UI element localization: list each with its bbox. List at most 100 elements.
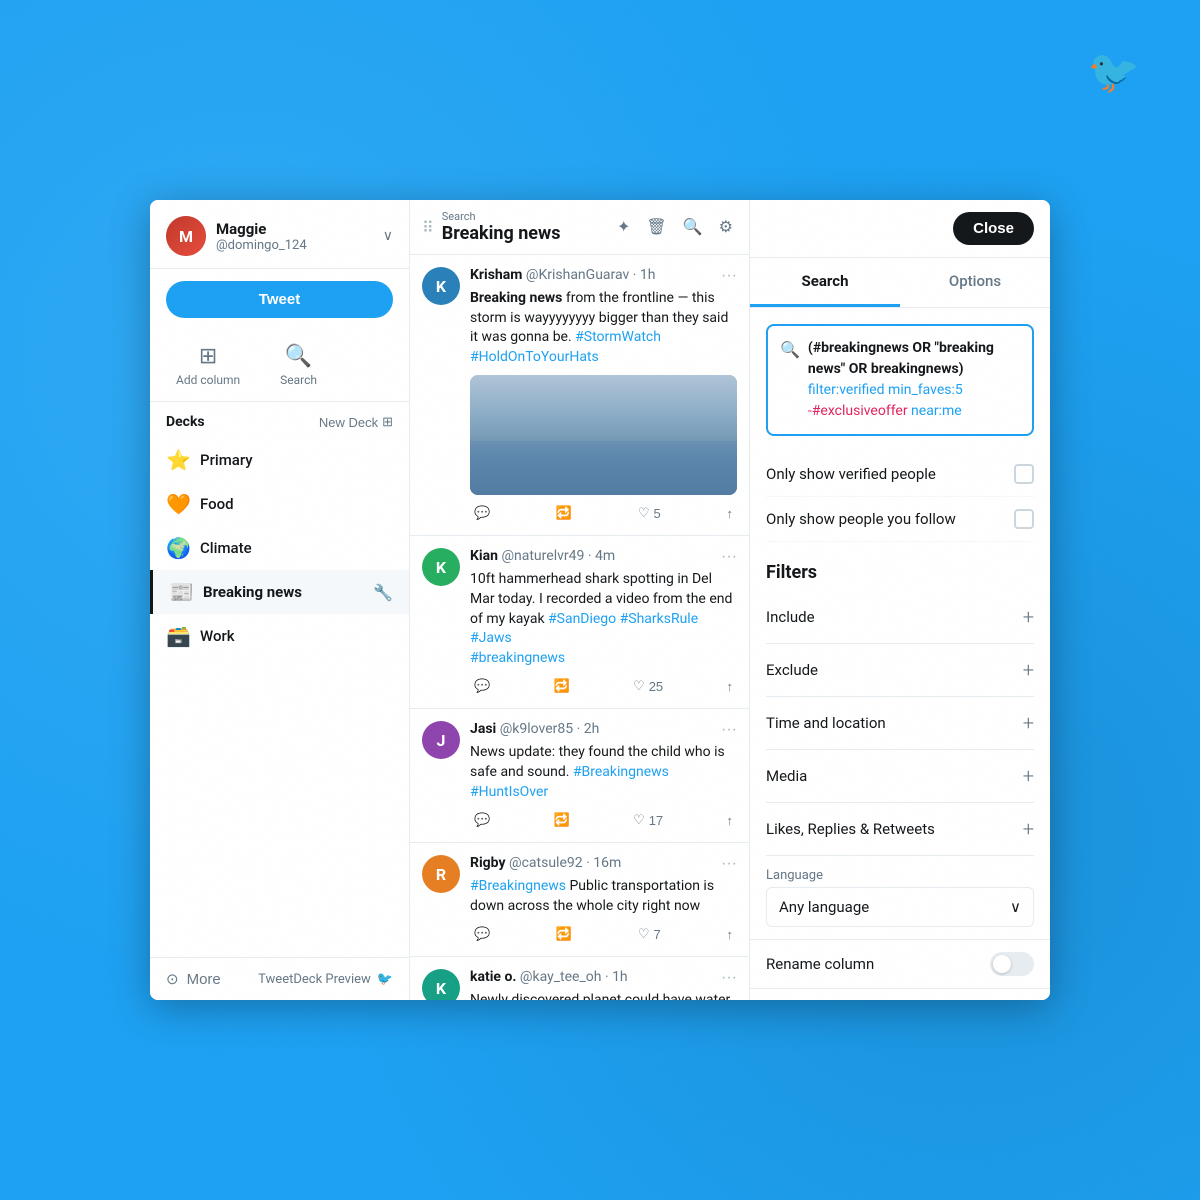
like-button[interactable]: ♡ 17 — [629, 810, 667, 830]
options-header: Close — [750, 200, 1050, 258]
sidebar-item-food[interactable]: 🧡 Food — [150, 482, 409, 526]
like-count: 5 — [654, 506, 661, 521]
share-button[interactable]: ↑ — [722, 810, 737, 830]
tweet-body: Jasi @k9lover85 · 2h ··· News update: th… — [470, 721, 737, 830]
avatar[interactable]: M — [166, 216, 206, 256]
reply-button[interactable]: 💬 — [470, 810, 494, 830]
add-column-nav-item[interactable]: ⊞ Add column — [166, 338, 250, 393]
close-button[interactable]: Close — [953, 212, 1034, 245]
retweet-button[interactable]: 🔁 — [550, 676, 574, 696]
retweet-button[interactable]: 🔁 — [550, 810, 574, 830]
tweet-body: katie o. @kay_tee_oh · 1h ··· Newly disc… — [470, 969, 737, 1000]
tweetdeck-branding: TweetDeck Preview 🐦 — [258, 972, 393, 987]
reply-button[interactable]: 💬 — [470, 503, 494, 523]
reply-button[interactable]: 💬 — [470, 676, 494, 696]
share-button[interactable]: ↑ — [722, 503, 737, 523]
tab-search[interactable]: Search — [750, 258, 900, 307]
language-select[interactable]: Any language ∨ — [766, 887, 1034, 927]
climate-icon: 🌍 — [166, 536, 190, 560]
tweet-body: Rigby @catsule92 · 16m ··· #Breakingnews… — [470, 855, 737, 944]
more-icon: ⊙ — [166, 970, 179, 988]
decks-header: Decks New Deck ⊞ — [150, 402, 409, 438]
follow-checkbox[interactable] — [1014, 509, 1034, 529]
options-tabs: Search Options — [750, 258, 1050, 308]
tweet-text: News update: they found the child who is… — [470, 743, 737, 802]
tweet-more-button[interactable]: ··· — [721, 548, 737, 566]
tweet-name: Rigby — [470, 855, 506, 871]
tab-options[interactable]: Options — [900, 258, 1050, 307]
tweet-more-button[interactable]: ··· — [721, 969, 737, 987]
tweet-more-button[interactable]: ··· — [721, 855, 737, 873]
chevron-down-icon[interactable]: ∨ — [383, 228, 393, 244]
like-button[interactable]: ♡ 5 — [634, 503, 665, 523]
include-filter[interactable]: Include + — [766, 591, 1034, 644]
sidebar: M Maggie @domingo_124 ∨ Tweet ⊞ Add colu… — [150, 200, 410, 1000]
tweet-more-button[interactable]: ··· — [721, 721, 737, 739]
share-button[interactable]: ↑ — [722, 924, 737, 944]
retweet-button[interactable]: 🔁 — [552, 503, 576, 523]
tweet-meta: katie o. @kay_tee_oh · 1h ··· — [470, 969, 737, 987]
search-icon: 🔍 — [285, 344, 312, 369]
like-count: 25 — [649, 679, 663, 694]
query-line2: filter:verified min_faves:5 — [808, 382, 963, 398]
table-row: J Jasi @k9lover85 · 2h ··· News update: … — [410, 709, 749, 843]
tweet-meta: Rigby @catsule92 · 16m ··· — [470, 855, 737, 873]
language-value: Any language — [779, 898, 869, 916]
sidebar-nav: ⊞ Add column 🔍 Search — [150, 330, 409, 402]
column-breaking-news: ⠿ Search Breaking news ✦ 🗑 🔍 ⚙ K Kr — [410, 200, 750, 1000]
media-plus-icon: + — [1023, 764, 1034, 788]
column-title: Breaking news — [442, 223, 605, 244]
verified-toggle-item: Only show verified people — [766, 452, 1034, 497]
tweet-name: Kian — [470, 548, 498, 564]
like-button[interactable]: ♡ 25 — [629, 676, 667, 696]
sidebar-item-climate[interactable]: 🌍 Climate — [150, 526, 409, 570]
time-location-label: Time and location — [766, 714, 886, 732]
edit-icon[interactable]: 🔧 — [373, 583, 393, 602]
query-line1: (#breakingnews OR "breaking news" OR bre… — [808, 340, 994, 377]
exclude-plus-icon: + — [1023, 658, 1034, 682]
search-query-box: 🔍 (#breakingnews OR "breaking news" OR b… — [766, 324, 1034, 436]
rename-toggle[interactable] — [990, 952, 1034, 976]
tweet-actions: 💬 🔁 ♡ 5 ↑ — [470, 503, 737, 523]
deck-food-label: Food — [200, 495, 234, 513]
retweet-button[interactable]: 🔁 — [552, 924, 576, 944]
tweet-text: #Breakingnews Public transportation is d… — [470, 877, 737, 916]
app-container: M Maggie @domingo_124 ∨ Tweet ⊞ Add colu… — [150, 200, 1050, 1000]
delete-button[interactable]: 🗑 — [642, 213, 670, 241]
search-query-text: (#breakingnews OR "breaking news" OR bre… — [808, 338, 1020, 422]
sparkle-button[interactable]: ✦ — [613, 213, 634, 241]
drag-handle-icon[interactable]: ⠿ — [422, 218, 434, 237]
tweet-body: Kian @naturelvr49 · 4m ··· 10ft hammerhe… — [470, 548, 737, 696]
filters-title: Filters — [766, 562, 1034, 583]
reply-button[interactable]: 💬 — [470, 924, 494, 944]
new-deck-button[interactable]: New Deck ⊞ — [319, 414, 393, 430]
sidebar-item-work[interactable]: 🗃️ Work — [150, 614, 409, 658]
likes-replies-retweets-filter[interactable]: Likes, Replies & Retweets + — [766, 803, 1034, 856]
tweet-author: katie o. @kay_tee_oh · 1h — [470, 969, 628, 985]
deck-primary-label: Primary — [200, 451, 253, 469]
likes-replies-label: Likes, Replies & Retweets — [766, 820, 935, 838]
tweet-handle: @k9lover85 · 2h — [500, 721, 600, 737]
sidebar-item-primary[interactable]: ⭐ Primary — [150, 438, 409, 482]
tweet-text: Breaking news from the frontline — this … — [470, 289, 737, 367]
column-header: ⠿ Search Breaking news ✦ 🗑 🔍 ⚙ — [410, 200, 749, 255]
sidebar-item-breaking-news[interactable]: 📰 Breaking news 🔧 — [150, 570, 409, 614]
settings-button[interactable]: ⚙ — [715, 213, 737, 241]
duplicate-section[interactable]: ⧉ Duplicate column Make a duplicate of t… — [750, 988, 1050, 1000]
tweets-list: K Krisham @KrishanGuarav · 1h ··· Breaki… — [410, 255, 749, 1000]
tweet-button[interactable]: Tweet — [166, 281, 393, 318]
like-button[interactable]: ♡ 7 — [634, 924, 665, 944]
search-nav-item[interactable]: 🔍 Search — [270, 338, 327, 393]
avatar-inner: M — [166, 216, 206, 256]
tweet-more-button[interactable]: ··· — [721, 267, 737, 285]
include-label: Include — [766, 608, 815, 626]
exclude-filter[interactable]: Exclude + — [766, 644, 1034, 697]
verified-checkbox[interactable] — [1014, 464, 1034, 484]
more-button[interactable]: ⊙ More — [166, 970, 221, 988]
time-location-filter[interactable]: Time and location + — [766, 697, 1034, 750]
chevron-down-icon: ∨ — [1010, 898, 1021, 916]
share-button[interactable]: ↑ — [722, 676, 737, 696]
search-column-button[interactable]: 🔍 — [679, 213, 707, 241]
media-filter[interactable]: Media + — [766, 750, 1034, 803]
column-actions: ✦ 🗑 🔍 ⚙ — [613, 213, 737, 241]
